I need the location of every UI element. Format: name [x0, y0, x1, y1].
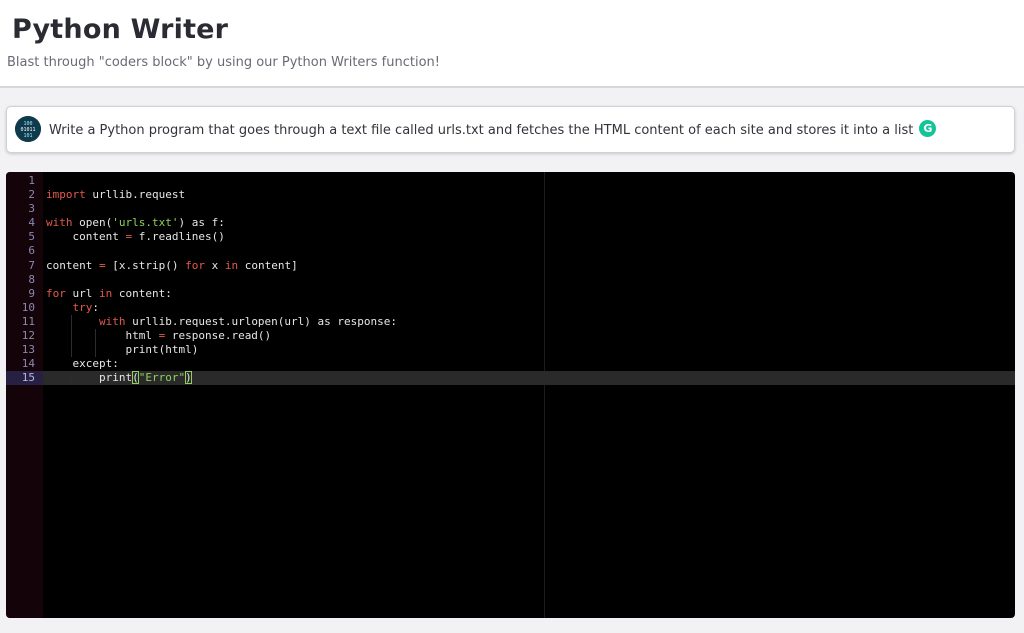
code-line: 5 content = f.readlines()	[6, 230, 1015, 244]
code-token: urllib.request	[85, 188, 186, 202]
code-token: try	[72, 300, 93, 314]
code-text: print(html)	[46, 343, 198, 357]
code-token: "Error"	[138, 371, 186, 385]
code-token: url	[65, 286, 99, 300]
code-lines: 1 2 import urllib.request 3 4 with open('urls…	[6, 174, 1015, 386]
line-number: 14	[21, 357, 35, 371]
code-token: for	[185, 258, 205, 272]
code-line: 15 print("Error")	[6, 371, 1015, 386]
line-number: 13	[21, 343, 35, 357]
code-token: urllib.request.urlopen(url) as response:	[125, 314, 398, 328]
line-number: 3	[28, 202, 35, 216]
code-text: for url in content:	[46, 287, 172, 301]
code-line: 14 except:	[6, 357, 1015, 371]
code-token: (	[132, 371, 139, 385]
code-token: 'urls.txt'	[112, 216, 179, 230]
page-header: Python Writer Blast through "coders bloc…	[0, 0, 1024, 88]
code-token: content	[46, 230, 126, 244]
code-token: for	[46, 286, 66, 300]
line-number: 9	[28, 286, 35, 300]
code-line: 7 content = [x.strip() for x in content]	[6, 259, 1015, 273]
line-number: 6	[28, 244, 35, 258]
code-token: print	[46, 371, 133, 385]
code-line: 9 for url in content:	[6, 287, 1015, 301]
code-token: with	[98, 314, 126, 328]
code-token: print(html)	[46, 343, 199, 357]
code-token: content:	[112, 286, 172, 300]
code-line: 11 with urllib.request.urlopen(url) as r…	[6, 314, 1015, 330]
code-token: in	[224, 258, 239, 272]
code-token: :	[92, 300, 99, 314]
code-text: except:	[46, 357, 119, 371]
code-token: content	[46, 258, 99, 272]
code-token: import	[46, 188, 86, 202]
code-text: import urllib.request	[46, 188, 185, 202]
line-number: 10	[21, 300, 35, 314]
code-line: 2 import urllib.request	[6, 188, 1015, 202]
code-token: open(	[72, 216, 113, 230]
prompt-input[interactable]: 100 01011 101 Write a Python program tha…	[6, 106, 1015, 153]
code-line: 1	[6, 174, 1015, 188]
grammarly-icon[interactable]: G	[919, 120, 937, 137]
code-text: with open('urls.txt') as f:	[46, 216, 225, 230]
code-line: 12 html = response.read()	[6, 329, 1015, 344]
line-number: 2	[28, 188, 35, 202]
line-number: 15	[6, 371, 43, 386]
code-token: f.readlines()	[132, 230, 225, 244]
line-number: 8	[28, 272, 35, 286]
code-token: in	[99, 286, 113, 300]
code-line: 8	[6, 273, 1015, 287]
code-editor[interactable]: 1 2 import urllib.request 3 4 with open('urls…	[6, 172, 1015, 618]
line-number: 4	[28, 216, 35, 230]
code-token: except:	[46, 357, 119, 371]
line-number: 12	[21, 329, 35, 343]
page-title: Python Writer	[12, 14, 229, 45]
code-token: html	[46, 329, 159, 343]
code-token: ) as f:	[178, 216, 225, 230]
code-token: content]	[238, 258, 298, 272]
code-text: with urllib.request.urlopen(url) as resp…	[46, 315, 397, 329]
code-line: 4 with open('urls.txt') as f:	[6, 216, 1015, 230]
code-text: print("Error")	[46, 371, 192, 385]
code-token: =	[98, 258, 106, 272]
svg-text:101: 101	[23, 133, 32, 139]
code-token: )	[185, 371, 192, 385]
prompt-text: Write a Python program that goes through…	[49, 123, 914, 138]
code-token: with	[46, 216, 73, 230]
code-line: 3	[6, 202, 1015, 216]
code-line: 10 try:	[6, 301, 1015, 315]
line-number: 5	[28, 230, 35, 244]
code-line: 6	[6, 244, 1015, 258]
code-text: html = response.read()	[46, 329, 271, 343]
code-token: [x.strip()	[105, 258, 186, 272]
binary-code-avatar-icon: 100 01011 101	[15, 116, 41, 142]
code-line: 13 print(html)	[6, 343, 1015, 358]
code-text: content = f.readlines()	[46, 230, 225, 244]
line-number: 1	[28, 174, 35, 187]
code-text: try:	[46, 300, 100, 315]
page-subtitle: Blast through "coders block" by using ou…	[7, 55, 440, 70]
code-token: response.read()	[165, 329, 272, 343]
code-text: content = [x.strip() for x in content]	[46, 259, 298, 273]
prompt-text-row: Write a Python program that goes through…	[49, 120, 937, 139]
line-number: 11	[21, 314, 35, 328]
line-number: 7	[28, 258, 35, 272]
code-token: x	[204, 258, 225, 272]
